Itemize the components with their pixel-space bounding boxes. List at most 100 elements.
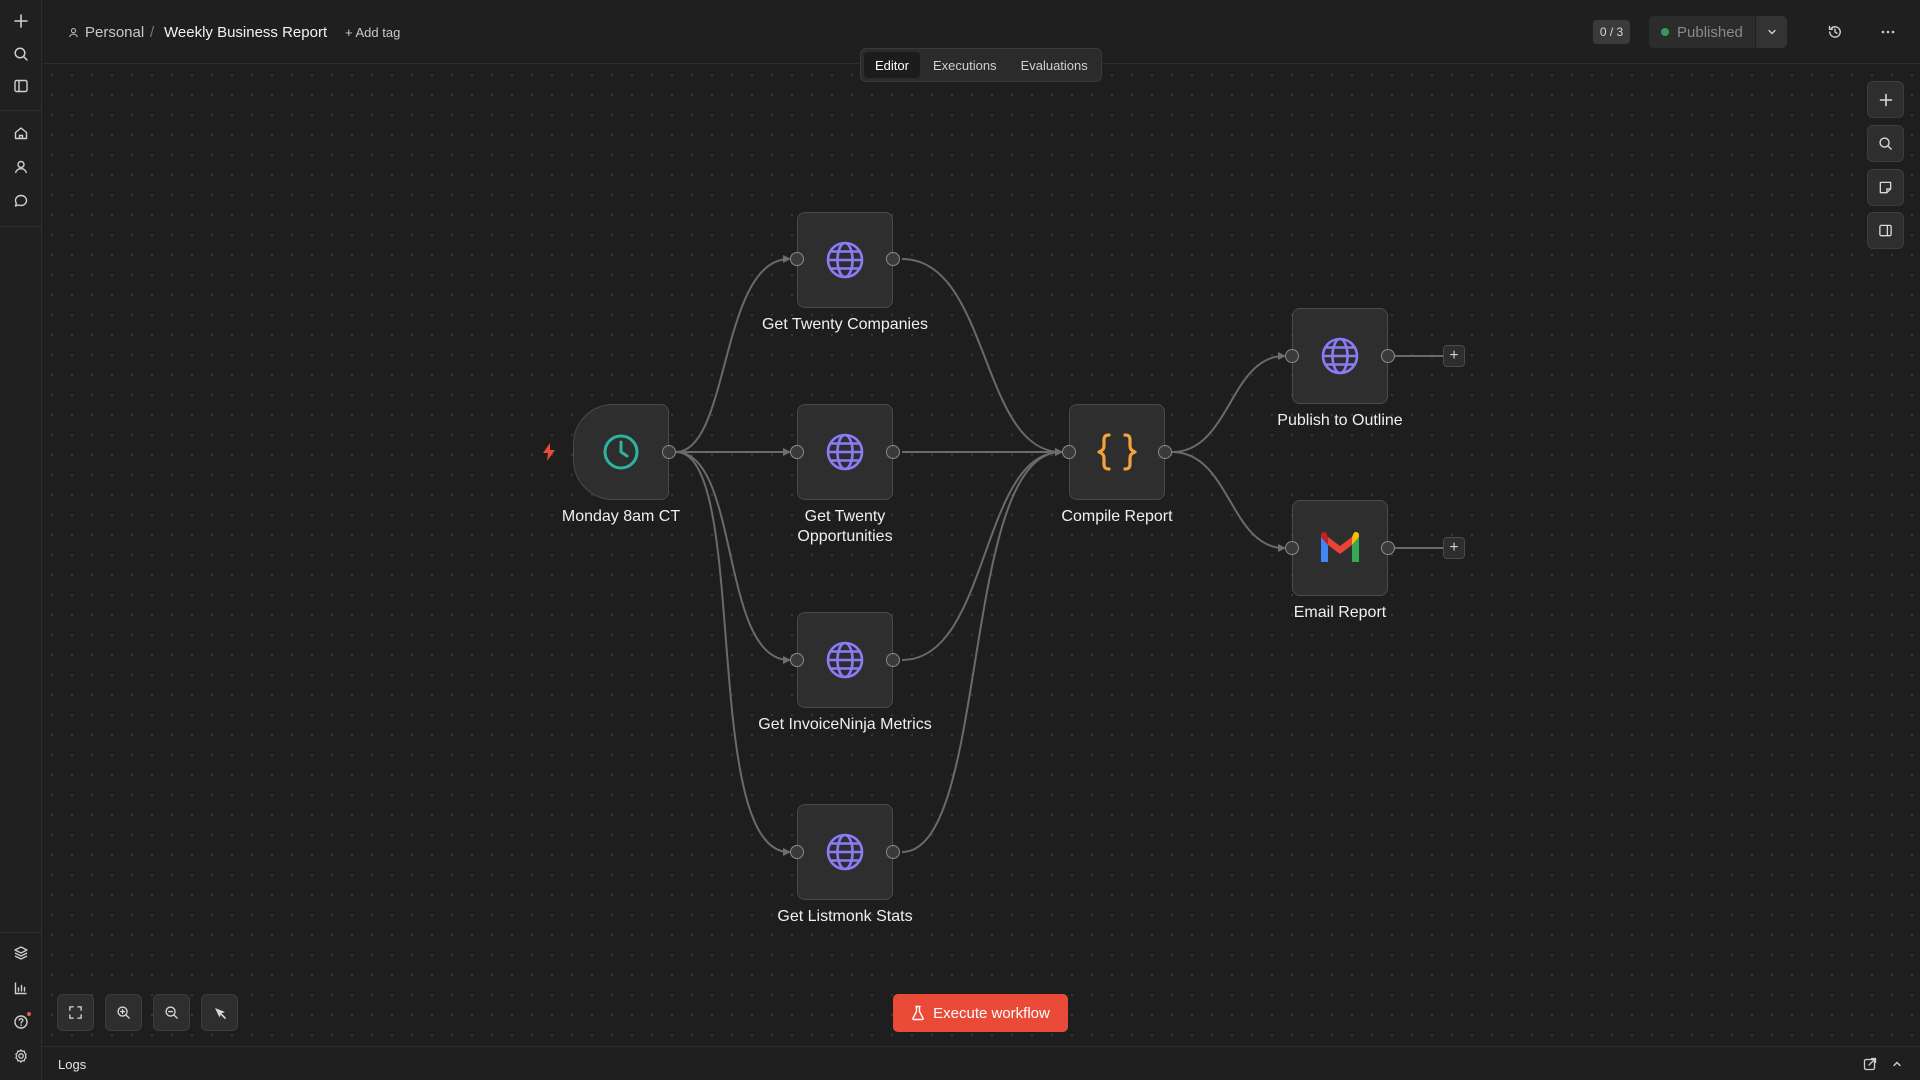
node-companies-label: Get Twenty Companies bbox=[761, 316, 928, 333]
trigger-bolt-icon bbox=[543, 443, 555, 461]
input-handle[interactable] bbox=[1062, 445, 1076, 459]
settings-gear-icon[interactable] bbox=[9, 1044, 33, 1068]
app-root: Personal / Weekly Business Report + Add … bbox=[0, 0, 1920, 1080]
node-get-invoiceninja-metrics[interactable] bbox=[797, 612, 893, 708]
insights-chart-icon[interactable] bbox=[9, 976, 33, 1000]
zoom-out-icon bbox=[165, 1006, 178, 1019]
left-rail bbox=[0, 0, 42, 1080]
workflow-name[interactable]: Weekly Business Report bbox=[164, 24, 327, 41]
node-get-twenty-opportunities[interactable] bbox=[797, 404, 893, 500]
view-tabs: Editor Executions Evaluations bbox=[860, 48, 1102, 82]
globe-icon bbox=[826, 833, 864, 871]
globe-icon bbox=[1321, 337, 1359, 375]
rail-divider bbox=[0, 110, 42, 111]
breadcrumb-owner[interactable]: Personal bbox=[68, 24, 144, 41]
input-handle[interactable] bbox=[1285, 541, 1299, 555]
tidy-up-button[interactable] bbox=[201, 994, 238, 1031]
help-icon[interactable] bbox=[9, 1010, 33, 1034]
home-icon[interactable] bbox=[9, 121, 33, 145]
input-handle[interactable] bbox=[790, 252, 804, 266]
flask-icon bbox=[912, 1005, 924, 1021]
sticky-note-button[interactable] bbox=[1867, 169, 1904, 206]
node-outline-label: Publish to Outline bbox=[1277, 412, 1403, 429]
clock-icon bbox=[603, 434, 639, 470]
node-invoiceninja-label: Get InvoiceNinja Metrics bbox=[758, 716, 932, 733]
input-handle[interactable] bbox=[790, 653, 804, 667]
node-compile-label: Compile Report bbox=[1061, 508, 1173, 525]
publish-button[interactable]: Published bbox=[1649, 16, 1755, 48]
output-handle[interactable] bbox=[1158, 445, 1172, 459]
logs-panel-bar[interactable]: Logs bbox=[42, 1046, 1920, 1080]
output-handle[interactable] bbox=[1381, 349, 1395, 363]
fit-view-icon bbox=[69, 1006, 82, 1019]
add-next-node-button[interactable]: + bbox=[1443, 537, 1465, 559]
output-handle[interactable] bbox=[886, 252, 900, 266]
input-handle[interactable] bbox=[790, 445, 804, 459]
gmail-icon bbox=[1321, 531, 1359, 562]
add-tag-button[interactable]: + Add tag bbox=[345, 25, 400, 40]
user-icon[interactable] bbox=[9, 155, 33, 179]
more-options-icon[interactable] bbox=[1876, 20, 1900, 44]
publish-split-button: Published bbox=[1649, 16, 1787, 48]
tab-executions[interactable]: Executions bbox=[922, 52, 1008, 78]
templates-icon[interactable] bbox=[9, 941, 33, 965]
input-handle[interactable] bbox=[790, 845, 804, 859]
history-icon[interactable] bbox=[1823, 20, 1847, 44]
node-opportunities-label: Get Twenty Opportunities bbox=[797, 508, 893, 545]
chevron-down-icon bbox=[1767, 29, 1776, 35]
node-get-listmonk-stats[interactable] bbox=[797, 804, 893, 900]
execute-workflow-button[interactable]: Execute workflow bbox=[893, 994, 1068, 1032]
node-listmonk-label: Get Listmonk Stats bbox=[777, 908, 913, 925]
person-icon bbox=[69, 28, 78, 38]
node-compile-report[interactable] bbox=[1069, 404, 1165, 500]
add-next-node-button[interactable]: + bbox=[1443, 345, 1465, 367]
sidebar-toggle-icon[interactable] bbox=[9, 74, 33, 98]
zoom-out-button[interactable] bbox=[153, 994, 190, 1031]
output-handle[interactable] bbox=[1381, 541, 1395, 555]
sticky-note-icon bbox=[1879, 181, 1892, 194]
search-icon bbox=[1879, 137, 1892, 150]
add-icon[interactable] bbox=[9, 9, 33, 33]
node-get-twenty-companies[interactable] bbox=[797, 212, 893, 308]
zoom-in-button[interactable] bbox=[105, 994, 142, 1031]
chevron-up-icon[interactable] bbox=[1887, 1054, 1907, 1074]
node-trigger[interactable] bbox=[573, 404, 669, 500]
toggle-panel-button[interactable] bbox=[1867, 212, 1904, 249]
node-trigger-label: Monday 8am CT bbox=[561, 508, 681, 525]
tab-evaluations[interactable]: Evaluations bbox=[1010, 52, 1099, 78]
publish-status-dot bbox=[1661, 28, 1669, 36]
logs-label: Logs bbox=[58, 1057, 87, 1072]
input-handle[interactable] bbox=[1285, 349, 1299, 363]
rail-divider bbox=[0, 932, 42, 933]
breadcrumb-separator: / bbox=[150, 24, 155, 41]
output-handle[interactable] bbox=[886, 845, 900, 859]
rail-divider bbox=[0, 226, 42, 227]
publish-dropdown-button[interactable] bbox=[1755, 16, 1787, 48]
code-braces-icon bbox=[1097, 433, 1137, 471]
globe-icon bbox=[826, 241, 864, 279]
pop-out-icon[interactable] bbox=[1860, 1054, 1880, 1074]
publish-label: Published bbox=[1677, 23, 1743, 41]
node-email-report[interactable] bbox=[1292, 500, 1388, 596]
search-icon[interactable] bbox=[9, 42, 33, 66]
globe-icon bbox=[826, 433, 864, 471]
zoom-in-icon bbox=[117, 1006, 130, 1019]
add-node-button[interactable] bbox=[1867, 81, 1904, 118]
owner-label: Personal bbox=[85, 24, 145, 41]
workflow-canvas[interactable] bbox=[42, 65, 1920, 1045]
chat-icon[interactable] bbox=[9, 189, 33, 213]
search-nodes-button[interactable] bbox=[1867, 125, 1904, 162]
output-handle[interactable] bbox=[886, 653, 900, 667]
panel-right-icon bbox=[1879, 224, 1892, 237]
magic-wand-icon bbox=[214, 1007, 226, 1019]
node-publish-to-outline[interactable] bbox=[1292, 308, 1388, 404]
globe-icon bbox=[826, 641, 864, 679]
fit-view-button[interactable] bbox=[57, 994, 94, 1031]
version-counter-badge[interactable]: 0 / 3 bbox=[1593, 20, 1630, 44]
trigger-output-handle[interactable] bbox=[662, 445, 676, 459]
plus-icon bbox=[1879, 93, 1892, 106]
node-email-label: Email Report bbox=[1293, 604, 1387, 621]
notification-dot bbox=[27, 1012, 31, 1016]
tab-editor[interactable]: Editor bbox=[864, 52, 920, 78]
output-handle[interactable] bbox=[886, 445, 900, 459]
